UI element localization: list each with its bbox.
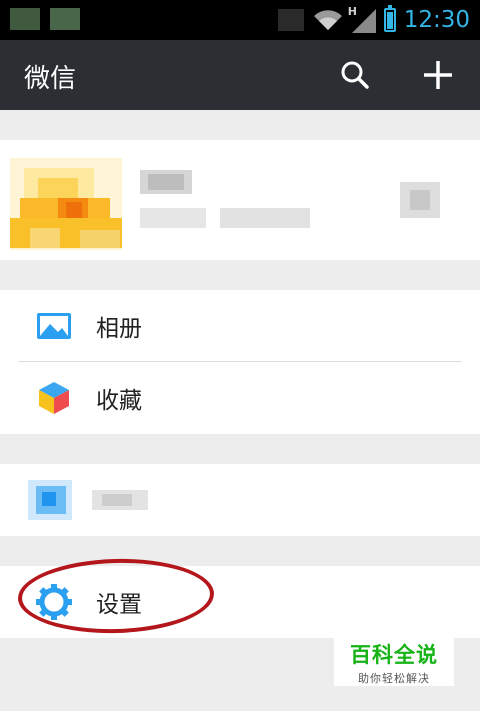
notification-icon [10, 8, 40, 30]
watermark-subtitle: 助你轻松解决 [358, 672, 430, 685]
avatar [10, 158, 122, 250]
cube-icon [39, 382, 69, 414]
redacted-label [92, 490, 148, 510]
wechat-id-redacted [140, 208, 310, 228]
page-title: 微信 [24, 64, 77, 94]
album-label: 相册 [96, 316, 142, 342]
battery-icon [383, 5, 396, 32]
profile-card[interactable] [0, 140, 480, 260]
add-button[interactable] [415, 52, 461, 98]
app-bar: 微信 [0, 40, 480, 110]
favorites-label: 收藏 [96, 388, 142, 414]
menu-item-album[interactable]: 相册 [0, 290, 480, 362]
qr-code-icon [400, 182, 440, 218]
wifi-icon [313, 10, 342, 30]
signal-icon: H [348, 5, 378, 33]
nickname-redacted [140, 170, 192, 194]
search-button[interactable] [332, 52, 378, 98]
status-bar: H 12:30 [0, 0, 480, 40]
watermark-title: 百科全说 [350, 643, 438, 667]
blurred-menu-group [0, 464, 480, 536]
redacted-icon [28, 480, 72, 520]
blurred-status-icon [277, 9, 304, 31]
menu-item-redacted[interactable] [0, 464, 178, 536]
search-icon [341, 61, 369, 89]
menu-item-favorites[interactable]: 收藏 [0, 362, 480, 434]
notification-icon [50, 8, 80, 30]
album-favorites-group: 相册 收藏 [0, 290, 480, 434]
status-time: 12:30 [403, 7, 470, 33]
watermark-logo: 百科全说 助你轻松解决 [334, 636, 454, 686]
plus-icon [424, 61, 452, 89]
album-icon [37, 313, 71, 339]
